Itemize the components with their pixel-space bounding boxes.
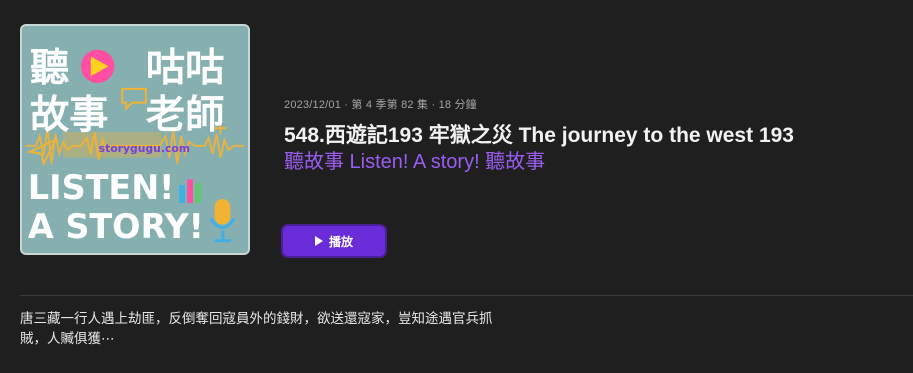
artwork-text-line1-right: 咕咕 bbox=[146, 46, 225, 91]
episode-details: 2023/12/01 · 第 4 季第 82 集 · 18 分鐘 548.西遊記… bbox=[284, 96, 904, 175]
artwork-text-line2-right: 老師 bbox=[146, 93, 225, 138]
artwork-text-line2-left: 故事 bbox=[30, 93, 109, 138]
episode-description: 唐三藏一行人遇上劫匪，反倒奪回寇員外的錢財，欲送還寇家，豈知途遇官兵抓 賊，人贓… bbox=[20, 309, 540, 349]
episode-title: 548.西遊記193 牢獄之災 The journey to the west … bbox=[284, 124, 794, 147]
podcast-artwork: 聽 咕咕 故事 老師 storygugu.com LISTEN! A STORY… bbox=[20, 24, 250, 255]
play-button[interactable]: 播放 bbox=[281, 224, 387, 258]
play-circle-icon bbox=[80, 49, 115, 83]
divider bbox=[20, 295, 913, 296]
artwork-text-line4: A STORY! bbox=[28, 207, 204, 246]
episode-page: 聽 咕咕 故事 老師 storygugu.com LISTEN! A STORY… bbox=[0, 0, 913, 373]
artwork-text-line1-left: 聽 bbox=[30, 46, 69, 91]
play-button-label: 播放 bbox=[328, 234, 353, 249]
episode-meta: 2023/12/01 · 第 4 季第 82 集 · 18 分鐘 bbox=[284, 99, 477, 111]
description-line-2: 賊，人贓俱獲⋯ bbox=[20, 331, 115, 346]
artwork-text-line3: LISTEN! bbox=[28, 168, 175, 207]
show-link[interactable]: 聽故事 Listen! A story! 聽故事 bbox=[284, 149, 904, 175]
description-line-1: 唐三藏一行人遇上劫匪，反倒奪回寇員外的錢財，欲送還寇家，豈知途遇官兵抓 bbox=[20, 311, 493, 326]
artwork-site-url: storygugu.com bbox=[99, 142, 190, 155]
artwork-graphic: 聽 咕咕 故事 老師 storygugu.com LISTEN! A STORY… bbox=[22, 26, 248, 253]
play-icon bbox=[314, 236, 323, 246]
